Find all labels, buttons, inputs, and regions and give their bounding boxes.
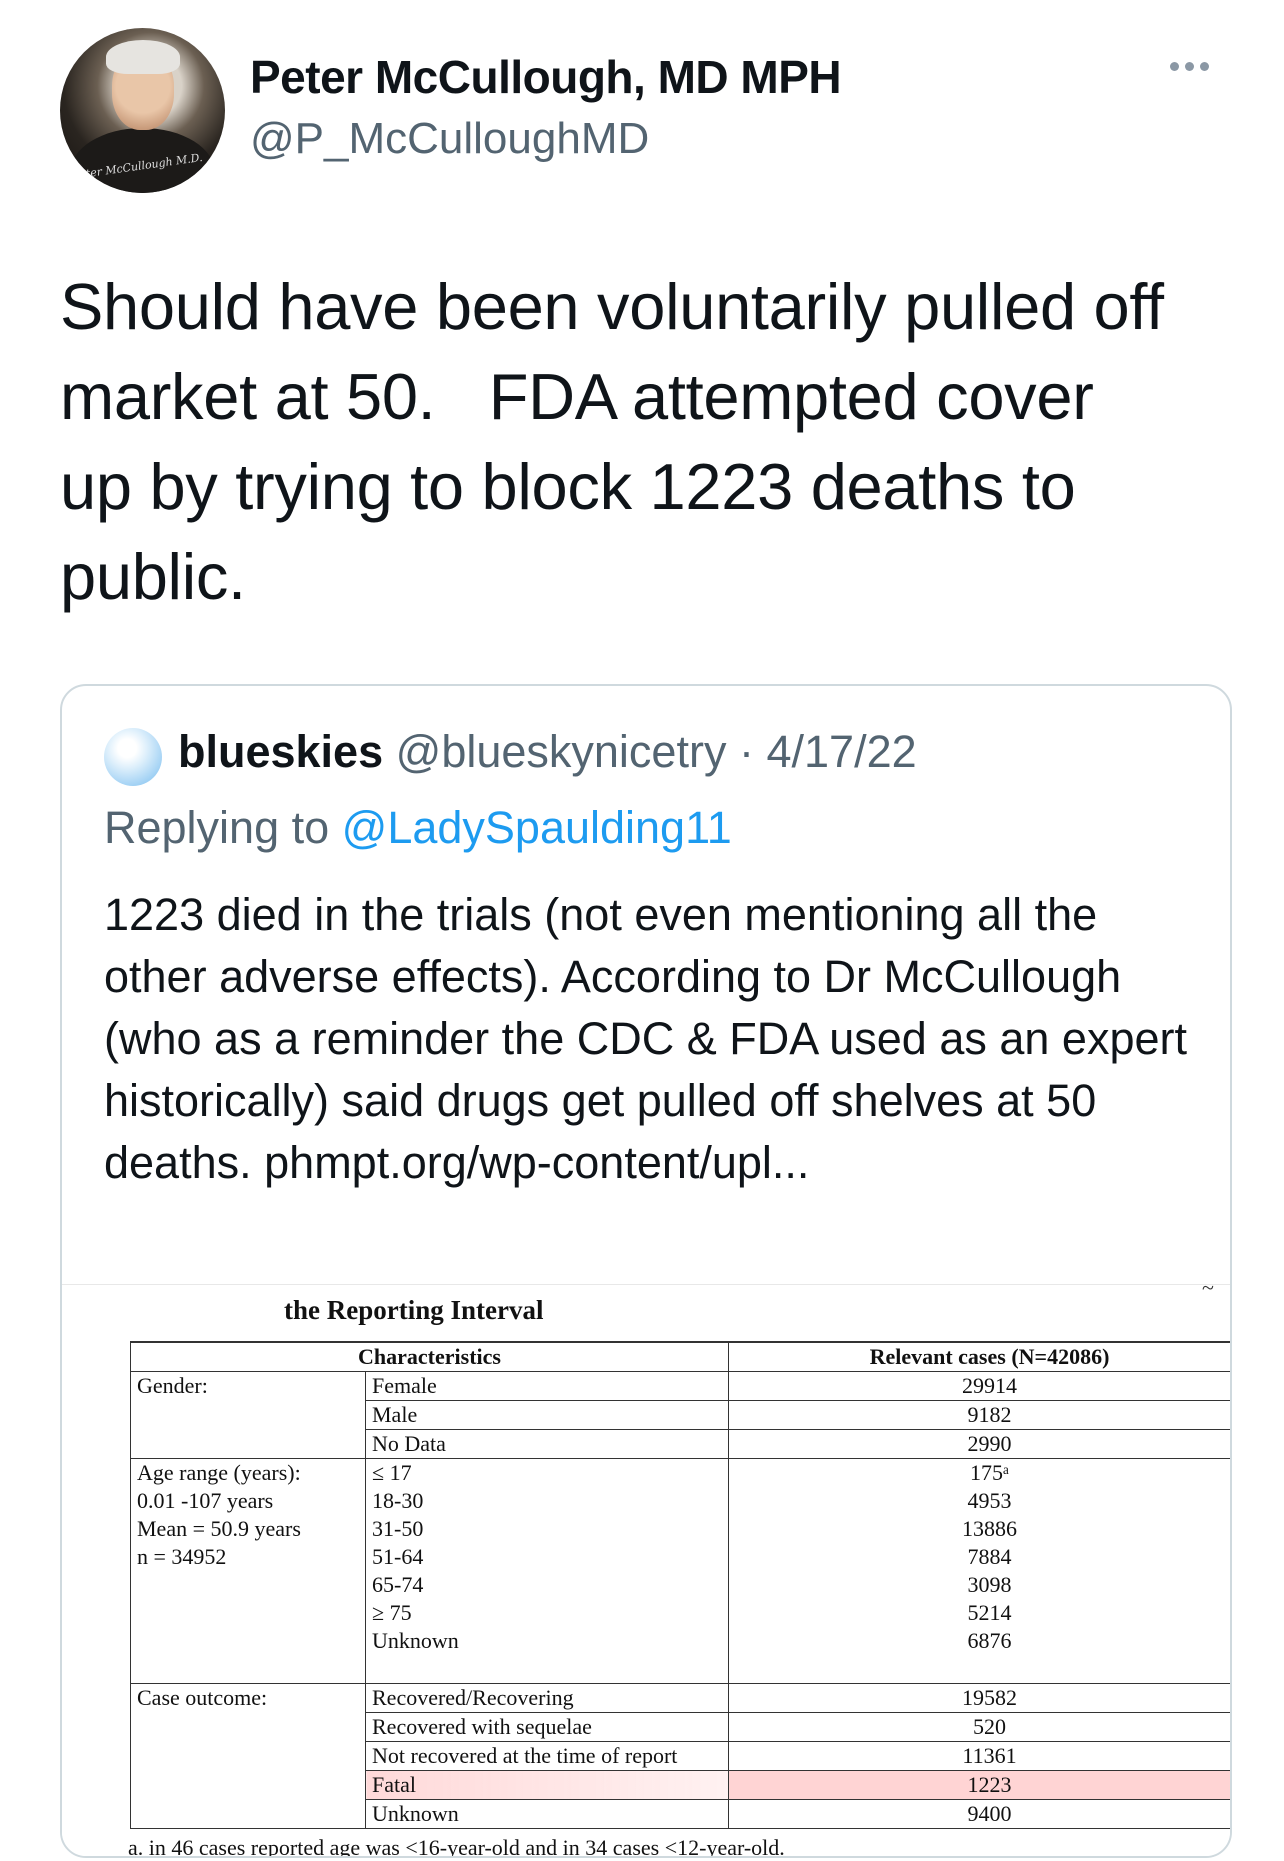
header-relevant-cases: Relevant cases (N=42086) — [728, 1341, 1230, 1372]
characteristic-cell: 65-74 — [365, 1571, 729, 1599]
value-cell: 6876 — [967, 1628, 1012, 1653]
spacer-cell — [729, 1655, 1231, 1684]
meta-separator: · — [738, 726, 754, 777]
value-cell: 3098 — [967, 1572, 1012, 1597]
value-cell: 2990 — [728, 1429, 1230, 1459]
table-row: Age range (years): 0.01 -107 years Mean = … — [130, 1458, 1231, 1684]
avatar-hair — [106, 40, 180, 74]
attached-image[interactable]: the Reporting Interval ~ Characteristics… — [62, 1284, 1230, 1858]
replying-to-mention[interactable]: @LadySpaulding11 — [342, 802, 732, 853]
author-name[interactable]: Peter McCullough, MD MPH — [250, 50, 842, 104]
quoted-author-line: blueskies @blueskynicetry · 4/17/22 — [178, 726, 917, 778]
author-avatar[interactable]: Peter McCullough M.D. — [60, 28, 225, 193]
header-characteristics: Characteristics — [130, 1341, 729, 1372]
value-cell: 11361 — [728, 1741, 1230, 1771]
quoted-author-handle[interactable]: @blueskynicetry — [396, 726, 727, 777]
characteristic-cell: Male — [365, 1400, 729, 1430]
more-horizontal-icon[interactable] — [1170, 58, 1230, 78]
group-label-line: n = 34952 — [137, 1544, 227, 1569]
spacer-cell — [365, 1655, 729, 1684]
quoted-author-name[interactable]: blueskies — [178, 726, 383, 777]
replying-label: Replying to — [104, 802, 330, 853]
characteristic-cell: Unknown — [365, 1799, 729, 1829]
quoted-link[interactable]: phmpt.org/wp-content/upl... — [264, 1137, 809, 1188]
characteristic-cell: Female — [365, 1371, 729, 1401]
characteristic-cell: 31-50 — [365, 1515, 729, 1543]
value-cell: 13886 — [962, 1516, 1017, 1541]
table-footnote: a. in 46 cases reported age was <16-year… — [128, 1835, 785, 1858]
gender-group-label: Gender: — [130, 1371, 366, 1459]
value-cell: 175ᵃ — [969, 1460, 1009, 1485]
table-row: Case outcome: Recovered/Recovering 19582 — [130, 1683, 1230, 1829]
image-top-tick: ~ — [1202, 1284, 1214, 1300]
value-cell: 29914 — [728, 1371, 1230, 1401]
group-label-line: 0.01 -107 years — [137, 1488, 274, 1513]
group-label-line: Age range (years): — [137, 1460, 301, 1485]
quoted-author-avatar[interactable] — [104, 728, 162, 786]
group-label-line: Case outcome: — [137, 1685, 268, 1710]
characteristic-cell: Not recovered at the time of report — [365, 1741, 729, 1771]
value-cell: 9182 — [728, 1400, 1230, 1430]
characteristic-cell: 18-30 — [365, 1487, 729, 1515]
characteristics-table: Characteristics Relevant cases (N=42086)… — [130, 1341, 1230, 1829]
value-cell: 9400 — [728, 1799, 1230, 1829]
value-cell: 1223 — [728, 1770, 1230, 1800]
quoted-tweet-card[interactable]: blueskies @blueskynicetry · 4/17/22 Repl… — [60, 684, 1232, 1858]
tweet-text: Should have been voluntarily pulled off … — [60, 270, 1164, 613]
characteristic-cell: Recovered with sequelae — [365, 1712, 729, 1742]
image-title: the Reporting Interval — [284, 1295, 544, 1325]
dot — [1170, 62, 1179, 71]
group-label-line: Gender: — [137, 1373, 208, 1398]
group-label-line: Mean = 50.9 years — [137, 1516, 301, 1541]
value-cell: 520 — [728, 1712, 1230, 1742]
table-row: Gender: Female 29914 — [130, 1371, 1230, 1459]
tweet-header: Peter McCullough M.D. Peter McCullough, … — [60, 28, 1230, 198]
value-cell: 7884 — [967, 1544, 1012, 1569]
value-cell: 4953 — [967, 1488, 1012, 1513]
replying-to-line: Replying to @LadySpaulding11 — [104, 802, 732, 854]
age-group-label: Age range (years): 0.01 -107 years Mean = … — [130, 1458, 366, 1684]
value-cell: 5214 — [967, 1600, 1012, 1625]
characteristic-cell: Fatal — [365, 1770, 729, 1800]
author-handle[interactable]: @P_McCulloughMD — [250, 114, 649, 164]
outcome-group-label: Case outcome: — [130, 1683, 366, 1829]
quoted-date[interactable]: 4/17/22 — [766, 726, 916, 777]
characteristic-cell: Unknown — [365, 1627, 729, 1655]
dot — [1200, 62, 1209, 71]
characteristic-cell: Recovered/Recovering — [365, 1683, 729, 1713]
characteristic-cell: 51-64 — [365, 1543, 729, 1571]
value-cell: 19582 — [728, 1683, 1230, 1713]
dot — [1185, 62, 1194, 71]
characteristic-cell: ≥ 75 — [365, 1599, 729, 1627]
characteristic-cell: ≤ 17 — [365, 1458, 729, 1487]
quoted-tweet-text: 1223 died in the trials (not even mentio… — [104, 884, 1204, 1194]
characteristic-cell: No Data — [365, 1429, 729, 1459]
